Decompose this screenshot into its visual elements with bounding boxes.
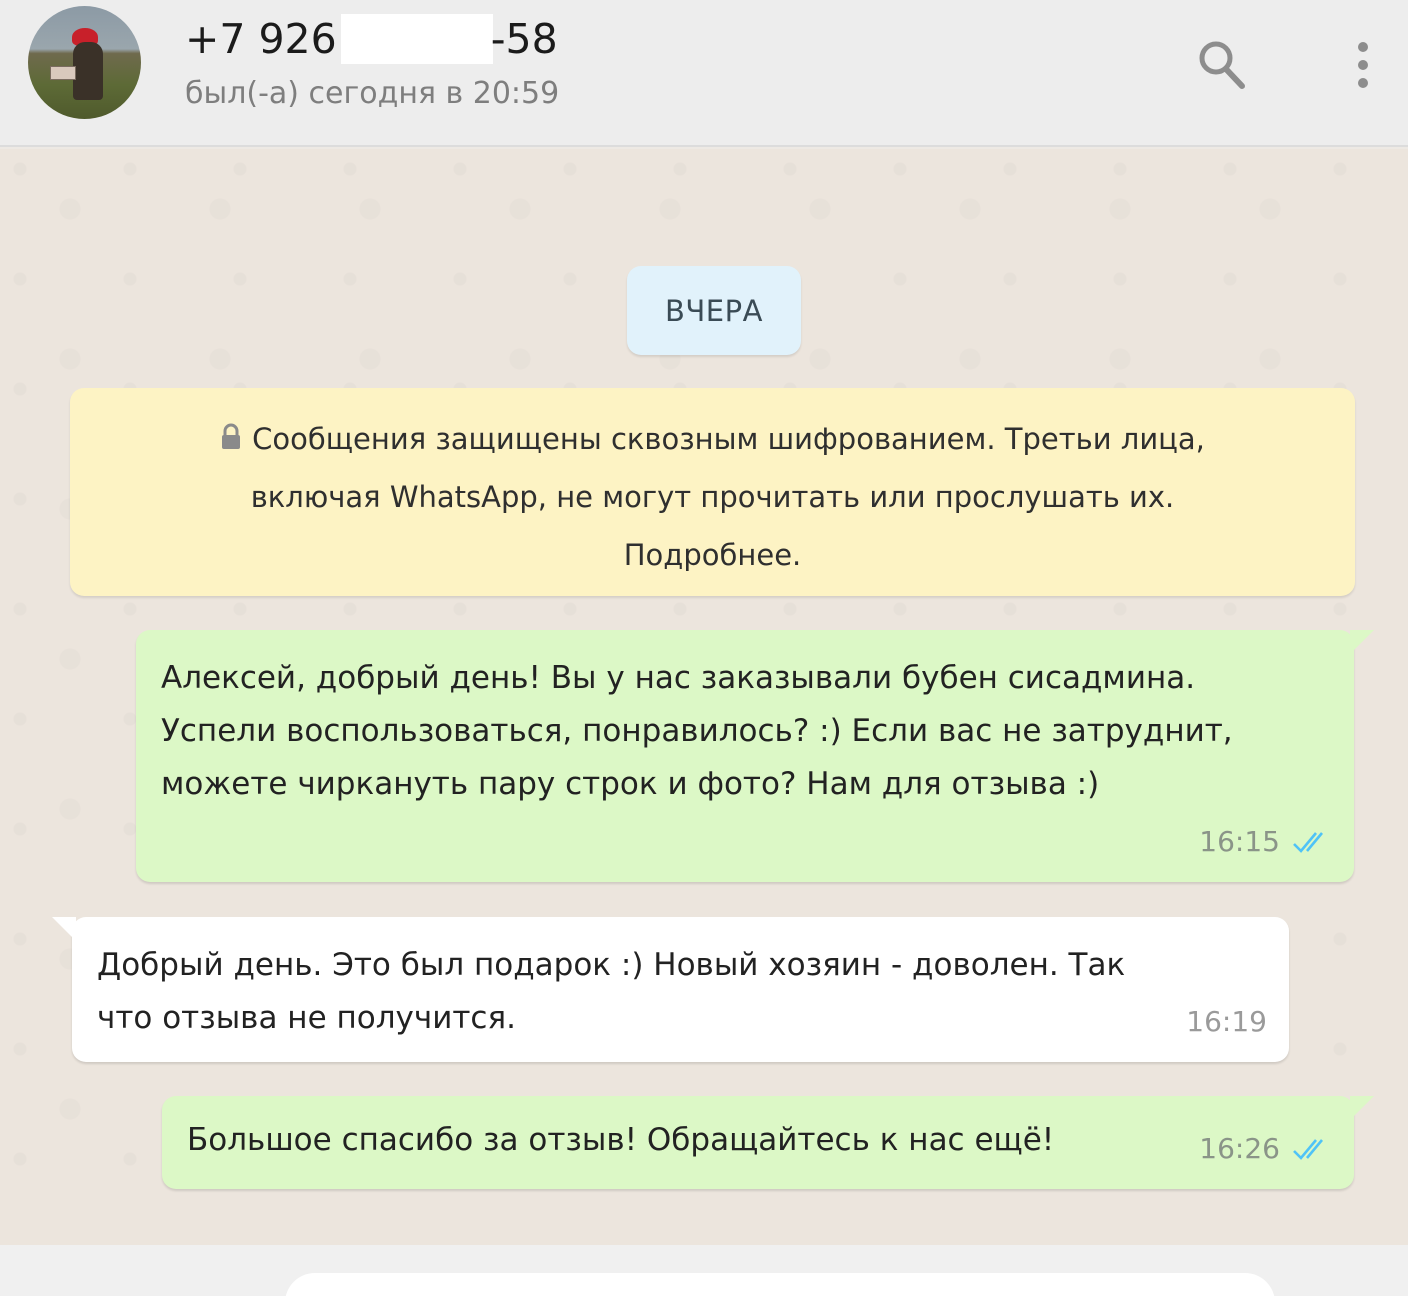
encryption-notice[interactable]: Сообщения защищены сквозным шифрованием.… <box>70 388 1355 596</box>
double-check-icon <box>1293 831 1323 853</box>
message-meta: 16:15 <box>1199 815 1332 868</box>
message-text-line: Добрый день. Это был подарок :) Новый хо… <box>97 947 1126 983</box>
encryption-notice-text-2: включая WhatsApp, не могут прочитать или… <box>250 480 1175 514</box>
compose-bar <box>0 1245 1408 1296</box>
message-input[interactable] <box>285 1273 1275 1296</box>
encryption-learn-more-link[interactable]: Подробнее. <box>110 526 1315 584</box>
message-text-line: Успели воспользоваться, понравилось? :) … <box>161 713 1233 749</box>
contact-name-suffix: -58 <box>490 15 558 63</box>
menu-button[interactable] <box>1331 30 1395 100</box>
whatsapp-chat-window: +7 926 -58 был(-а) сегодня в 20:59 ВЧЕРА <box>0 0 1408 1296</box>
avatar-person <box>73 42 103 100</box>
contact-name[interactable]: +7 926 -58 <box>185 14 558 64</box>
message-list[interactable]: ВЧЕРА Сообщения защищены сквозным шифров… <box>0 149 1408 1245</box>
message-text-line: Большое спасибо за отзыв! Обращайтесь к … <box>187 1122 1055 1158</box>
message-text-line: что отзыва не получится. <box>97 1000 516 1036</box>
contact-last-seen: был(-а) сегодня в 20:59 <box>185 76 560 111</box>
contact-avatar[interactable] <box>28 6 141 119</box>
incoming-message[interactable]: Добрый день. Это был подарок :) Новый хо… <box>52 917 1289 1062</box>
outgoing-message[interactable]: Алексей, добрый день! Вы у нас заказывал… <box>136 630 1374 882</box>
double-check-icon <box>1293 1138 1323 1160</box>
message-meta: 16:19 <box>1186 995 1267 1048</box>
menu-dots-icon <box>1358 42 1368 88</box>
message-meta: 16:26 <box>1199 1122 1332 1175</box>
message-text-line: Алексей, добрый день! Вы у нас заказывал… <box>161 660 1196 696</box>
search-icon <box>1199 41 1245 89</box>
message-time: 16:15 <box>1199 825 1280 858</box>
message-time: 16:26 <box>1199 1132 1280 1165</box>
avatar-sign <box>50 66 76 80</box>
encryption-notice-line: Сообщения защищены сквозным шифрованием.… <box>110 410 1315 468</box>
redacted-block <box>340 14 493 64</box>
contact-name-prefix: +7 926 <box>185 15 337 63</box>
message-text-line: можете чиркануть пару строк и фото? Нам … <box>161 766 1100 802</box>
encryption-notice-text-1: Сообщения защищены сквозным шифрованием.… <box>252 422 1205 456</box>
date-separator: ВЧЕРА <box>627 266 801 355</box>
outgoing-message[interactable]: Большое спасибо за отзыв! Обращайтесь к … <box>162 1096 1374 1189</box>
search-button[interactable] <box>1190 30 1254 100</box>
lock-icon <box>222 423 241 449</box>
chat-header: +7 926 -58 был(-а) сегодня в 20:59 <box>0 0 1408 147</box>
message-time: 16:19 <box>1186 1005 1267 1038</box>
